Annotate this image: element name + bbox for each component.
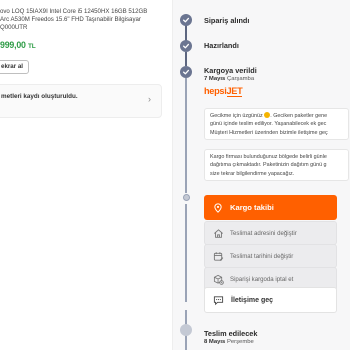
contact-button[interactable]: İletişime geç <box>204 287 337 313</box>
change-address-label: Teslimat adresini değiştir <box>230 229 297 237</box>
cancel-in-transit-label: Siparişi kargoda iptal et <box>230 275 294 283</box>
location-pin-icon <box>214 202 222 213</box>
shipment-timeline-panel: Sipariş alındı Hazırlandı Kargoya verild… <box>172 0 350 350</box>
price-value: 999,00 <box>0 40 26 50</box>
step-order-received: Sipariş alındı <box>204 16 250 25</box>
check-icon <box>180 40 192 52</box>
timeline-current-dot <box>182 194 190 201</box>
shipped-date-day: 7 Mayıs <box>204 76 226 82</box>
pending-step-icon <box>180 324 192 336</box>
calendar-edit-icon <box>213 251 224 261</box>
change-date-button[interactable]: Teslimat tarihini değiştir <box>204 244 337 268</box>
timeline-connector <box>185 204 187 302</box>
change-address-button[interactable]: Teslimat adresini değiştir <box>204 221 337 245</box>
track-shipment-label: Kargo takibi <box>230 203 274 212</box>
step-shipped: Kargoya verildi <box>204 66 257 75</box>
service-request-text: metleri kaydı oluşturuldu. <box>1 93 78 100</box>
timeline-connector <box>185 25 187 41</box>
check-icon <box>180 14 192 26</box>
chevron-right-icon: › <box>148 94 151 104</box>
contact-label: İletişime geç <box>231 296 274 304</box>
order-summary: ovo LOQ 15IAX9I Intel Core i5 12450HX 16… <box>0 0 166 350</box>
chat-icon <box>213 295 224 305</box>
step-prepared: Hazırlandı <box>204 41 239 50</box>
shipped-date-weekday: Çarşamba <box>226 76 255 82</box>
product-price: 999,00 TL <box>0 40 36 50</box>
product-title-line-3: Q000UTR <box>0 24 28 32</box>
carrier-logo-main: hepsi <box>204 86 227 96</box>
failure-message-line-1: Kargo firması bulunduğunuz bölgede belir… <box>210 154 327 160</box>
change-date-label: Teslimat tarihini değiştir <box>230 252 294 260</box>
carrier-logo-accent: JET <box>226 86 243 97</box>
delivery-failure-message: Kargo firması bulunduğunuz bölgede belir… <box>204 149 349 181</box>
delivery-date-day: 8 Mayıs <box>204 339 226 345</box>
track-shipment-button[interactable]: Kargo takibi <box>204 195 337 220</box>
home-edit-icon <box>214 228 223 238</box>
product-title-line-2: Arc A530M Freedos 15.6" FHD Taşınabilir … <box>0 16 141 24</box>
service-request-card[interactable]: metleri kaydı oluşturuldu. › <box>0 84 162 118</box>
price-currency: TL <box>27 43 36 50</box>
failure-message-line-2: dağıtıma çıkmaktadır. Paketinizin dağıtı… <box>210 162 327 169</box>
delay-message: Gecikme için üzgünüz . Geciken paketler … <box>204 108 349 140</box>
delay-message-line-2: günü içinde teslim ediliyor. Yaşanabilec… <box>210 121 327 128</box>
delivery-date-weekday: Perşembe <box>226 339 254 345</box>
failure-message-line-3: size tekrar bilgilendirme yapacağız. <box>210 170 295 177</box>
product-title[interactable]: ovo LOQ 15IAX9I Intel Core i5 12450HX 16… <box>0 8 164 33</box>
timeline-connector <box>185 78 187 193</box>
reorder-button[interactable]: ekrar al <box>0 60 30 74</box>
step-delivery-date: 8 Mayıs Perşembe <box>204 339 254 345</box>
product-title-line-1: ovo LOQ 15IAX9I Intel Core i5 12450HX 16… <box>0 8 148 15</box>
step-shipped-date: 7 Mayıs Çarşamba <box>204 76 254 82</box>
delay-message-line-1: Gecikme için üzgünüz . Geciken paketler … <box>210 112 328 119</box>
package-cancel-icon <box>213 274 224 285</box>
check-icon <box>180 66 192 78</box>
carrier-logo: hepsiJET <box>204 86 243 97</box>
delay-message-line-3: Müşteri Hizmetleri üzerinden bizimle ile… <box>210 129 328 136</box>
timeline-connector <box>185 52 187 66</box>
step-to-be-delivered: Teslim edilecek <box>204 329 258 338</box>
